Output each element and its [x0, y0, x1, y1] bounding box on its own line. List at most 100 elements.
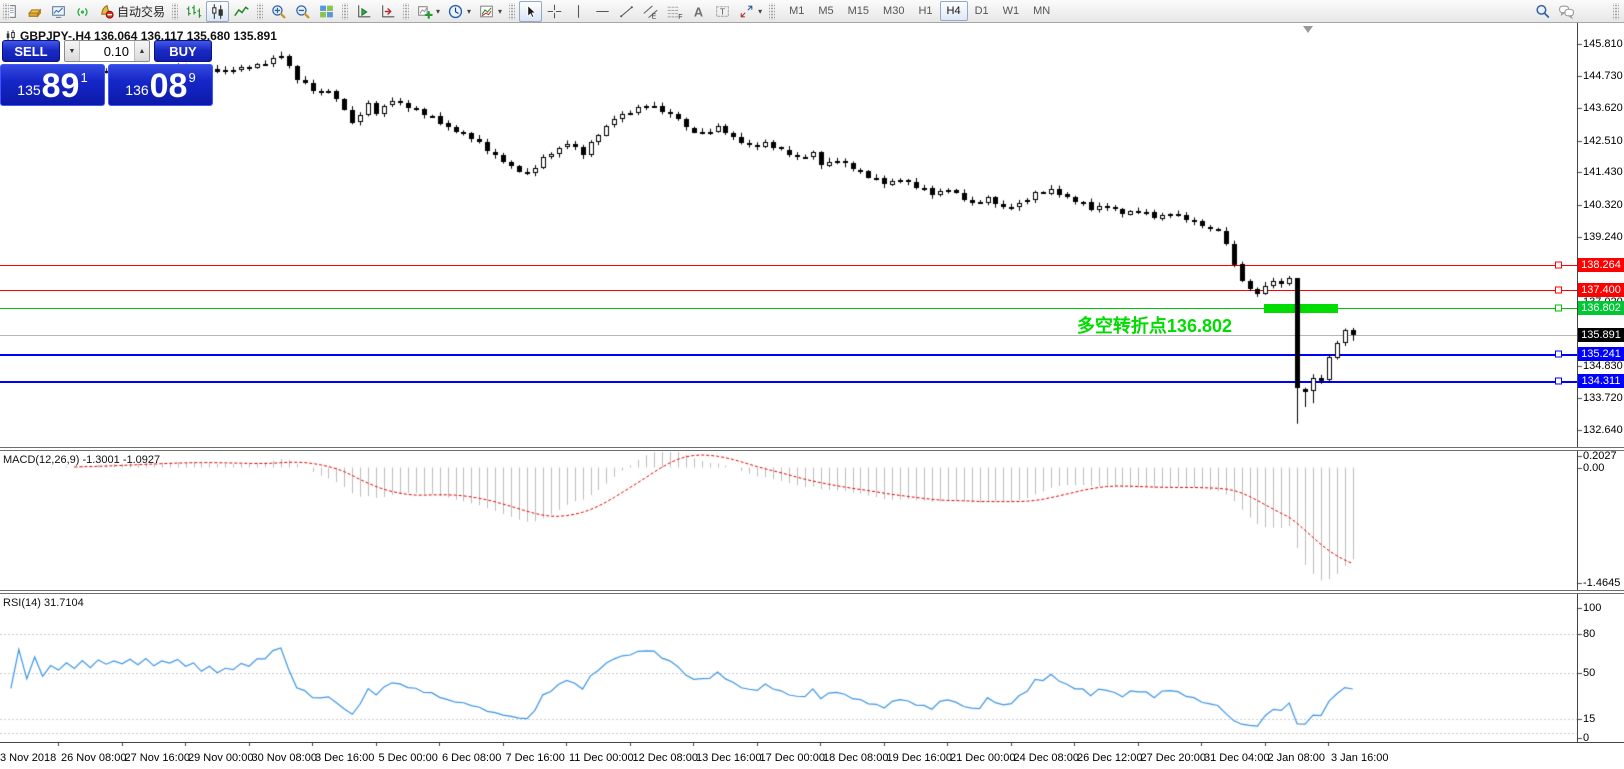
dropdown-arrow-icon[interactable]: ▾: [498, 7, 502, 16]
price-axis-label: 133.720: [1583, 392, 1623, 405]
toolbar-signals-button[interactable]: [71, 1, 94, 22]
time-axis-label: 30 Nov 08:00: [251, 752, 317, 764]
toolbar-new-order-button[interactable]: [9, 1, 22, 22]
price-badge-136.802: 136.802: [1578, 300, 1624, 315]
buy-price-point: 9: [188, 70, 196, 85]
buy-price-display[interactable]: 136 08 9: [108, 64, 213, 106]
hline-icon: [594, 3, 611, 20]
lot-decrease-button[interactable]: ▼: [65, 41, 80, 61]
newchart-icon: [416, 3, 433, 20]
time-axis-border: [0, 742, 1624, 743]
toolbar-grip: [172, 2, 179, 20]
toolbar-text-button[interactable]: A: [687, 1, 710, 22]
toolbar-quotes-button[interactable]: [23, 1, 46, 22]
rsi-pane-separator[interactable]: [0, 590, 1624, 594]
toolbar-equidistant-channel-button[interactable]: E: [639, 1, 662, 22]
mt4-terminal: 自动交易 ▾ ▾ ▾ E F A T ▾ M1M5M15M30H1H4D1W1MN 多空转折点13…: [0, 0, 1624, 769]
toolbar-grip: [1613, 2, 1619, 20]
dropdown-arrow-icon[interactable]: ▾: [758, 7, 762, 16]
toolbar-crosshair-button[interactable]: [543, 1, 566, 22]
timeframe-M1[interactable]: M1: [782, 1, 811, 21]
toolbar-profiles-button[interactable]: ▾: [444, 1, 474, 22]
toolbar-chart-shift-button[interactable]: [376, 1, 399, 22]
search-icon: [1534, 3, 1551, 20]
timeframe-MN[interactable]: MN: [1026, 1, 1057, 21]
buy-price-integer: 136: [125, 82, 149, 98]
toolbar-trend-line-button[interactable]: [615, 1, 638, 22]
timeframe-M5[interactable]: M5: [811, 1, 840, 21]
bars-icon: [185, 3, 202, 20]
lot-input[interactable]: [80, 41, 134, 61]
toolbar-horizontal-line-button[interactable]: [591, 1, 614, 22]
macd-axis-label: 0.00: [1583, 461, 1605, 474]
sell-button[interactable]: SELL: [2, 40, 60, 62]
time-axis-label: 29 Nov 00:00: [188, 752, 254, 764]
toolbar-bar-chart-button[interactable]: [182, 1, 205, 22]
toolbar-tile-windows-button[interactable]: [315, 1, 338, 22]
price-badge-135.891: 135.891: [1578, 327, 1624, 342]
timeframe-H4[interactable]: H4: [939, 1, 968, 21]
price-badge-135.241: 135.241: [1578, 346, 1624, 361]
timeframe-D1[interactable]: D1: [968, 1, 996, 21]
chart-canvas[interactable]: [0, 23, 1624, 746]
time-axis-label: 18 Dec 08:00: [823, 752, 889, 764]
textA-icon: A: [690, 3, 707, 20]
timeframe-M15[interactable]: M15: [841, 1, 876, 21]
toolbar-vertical-line-button[interactable]: [567, 1, 590, 22]
tiles-icon: [318, 3, 335, 20]
signal-icon: [74, 3, 91, 20]
price-axis-label: 132.640: [1583, 423, 1623, 436]
toolbar-search-button[interactable]: [1531, 1, 1554, 22]
lot-increase-button[interactable]: ▲: [134, 41, 149, 61]
timeframe-M30[interactable]: M30: [876, 1, 911, 21]
toolbar-autotrading-label: 自动交易: [117, 4, 166, 19]
time-axis-label: 2 Jan 08:00: [1267, 752, 1326, 764]
timeframe-bar: M1 M5 M15 M30 H1 H4 D1 W1 MN: [782, 1, 1057, 21]
time-axis-label: 24 Dec 08:00: [1013, 752, 1079, 764]
sell-price-pips: 89: [41, 67, 80, 106]
toolbar-chat-button[interactable]: [1555, 1, 1578, 22]
toolbar-line-chart-button[interactable]: [230, 1, 253, 22]
candles-icon: [209, 3, 226, 20]
macd-axis-label: 0.2027: [1583, 450, 1617, 462]
toolbar-zoom-in-button[interactable]: [267, 1, 290, 22]
toolbar: 自动交易 ▾ ▾ ▾ E F A T ▾ M1 M5 M15 M30 H1 H4 D1 W1 MN: [0, 0, 1624, 23]
chart-area[interactable]: 多空转折点136.802 GBPJPY-,H4 136.064 136.117 …: [0, 23, 1624, 769]
toolbar-zoom-out-button[interactable]: [291, 1, 314, 22]
toolbar-fibonacci-retracement-button[interactable]: F: [663, 1, 686, 22]
toolbar-auto-scroll-button[interactable]: [352, 1, 375, 22]
toolbar-indicators-list-button[interactable]: ▾: [475, 1, 505, 22]
time-axis-label: 27 Nov 16:00: [124, 752, 190, 764]
svg-text:T: T: [720, 6, 725, 16]
chat-icon: [1558, 3, 1575, 20]
toolbar-candlestick-chart-button[interactable]: [206, 0, 230, 22]
toolbar-text-label-button[interactable]: T: [711, 1, 734, 22]
price-axis-label: 144.730: [1583, 69, 1623, 82]
toolbar-autotrading-button[interactable]: 自动交易: [95, 1, 168, 22]
time-axis-label: 11 Dec 00:00: [569, 752, 634, 764]
chart-shift-marker-icon[interactable]: [1303, 26, 1313, 33]
shift-icon: [379, 3, 396, 20]
buy-price-pips: 08: [149, 67, 188, 106]
buy-button[interactable]: BUY: [154, 40, 212, 62]
toolbar-market-watch-button[interactable]: [47, 1, 70, 22]
macd-pane-separator[interactable]: [0, 447, 1624, 451]
price-axis-label: 140.320: [1583, 198, 1623, 211]
price-badge-138.264: 138.264: [1578, 258, 1624, 273]
cursor-icon: [522, 3, 539, 20]
timeframe-H1[interactable]: H1: [911, 1, 939, 21]
timeframe-W1[interactable]: W1: [996, 1, 1027, 21]
dropdown-arrow-icon[interactable]: ▾: [436, 7, 440, 16]
toolbar-grip: [403, 2, 410, 20]
toolbar-grip: [257, 2, 264, 20]
rsi-axis-label: 80: [1583, 628, 1596, 640]
sell-price-display[interactable]: 135 89 1: [0, 64, 105, 106]
price-axis-label: 134.830: [1583, 359, 1623, 372]
time-axis-label: 31 Dec 04:00: [1204, 752, 1270, 764]
toolbar-cursor-button[interactable]: [519, 0, 543, 22]
toolbar-new-chart-button[interactable]: ▾: [413, 1, 443, 22]
time-axis-label: 7 Dec 16:00: [505, 752, 565, 764]
dropdown-arrow-icon[interactable]: ▾: [467, 7, 471, 16]
terminal-icon: [50, 3, 67, 20]
toolbar-arrow-objects-button[interactable]: ▾: [735, 1, 765, 22]
